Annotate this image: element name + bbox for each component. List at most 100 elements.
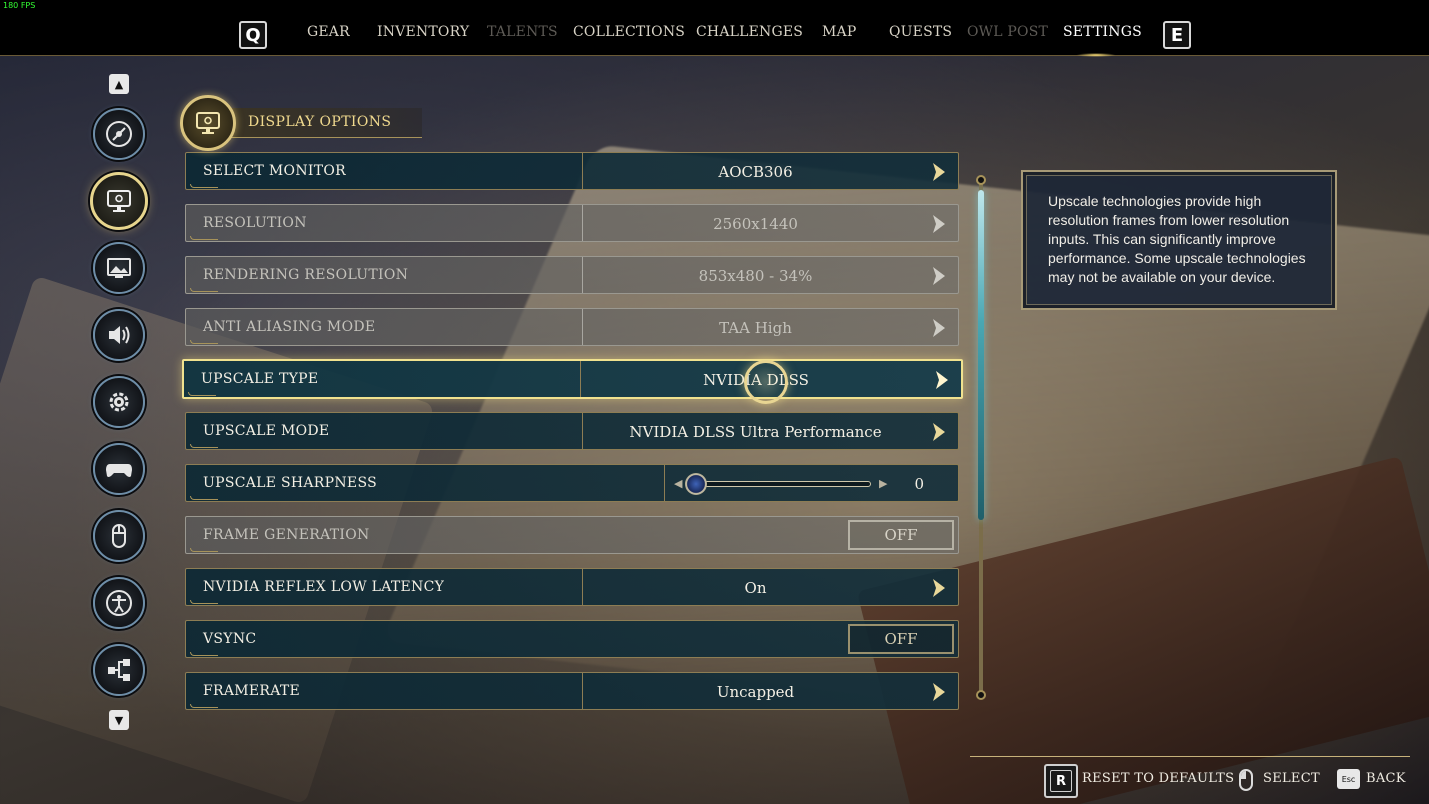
description-text: Upscale technologies provide high resolu… bbox=[1048, 193, 1306, 285]
speaker-icon bbox=[109, 326, 130, 344]
next-tab-key[interactable]: E bbox=[1163, 21, 1191, 49]
setting-row-rendering-resolution: RENDERING RESOLUTION 853x480 - 34% bbox=[185, 256, 959, 294]
slider-value: 0 bbox=[914, 475, 924, 493]
tab-map[interactable]: MAP bbox=[822, 24, 856, 40]
sidebar-item-mouse-keyboard[interactable] bbox=[93, 510, 145, 562]
disc-icon bbox=[106, 121, 132, 147]
sidebar-scroll-down-icon[interactable]: ▼ bbox=[109, 710, 129, 730]
section-medal bbox=[180, 95, 236, 151]
setting-label: UPSCALE MODE bbox=[203, 423, 330, 439]
row-ornament bbox=[190, 236, 218, 240]
setting-label: UPSCALE TYPE bbox=[201, 371, 319, 387]
row-ornament bbox=[190, 548, 218, 552]
chevron-right-icon[interactable] bbox=[930, 161, 948, 183]
tab-gear[interactable]: GEAR bbox=[307, 24, 350, 40]
setting-value: TAA High bbox=[719, 319, 792, 337]
reset-to-defaults-button[interactable]: RESET TO DEFAULTS bbox=[1082, 771, 1234, 786]
setting-value: On bbox=[744, 579, 767, 597]
reset-key-label: R bbox=[1050, 770, 1072, 792]
select-button[interactable]: SELECT bbox=[1263, 771, 1320, 786]
setting-label: VSYNC bbox=[203, 631, 257, 647]
sidebar-scroll-up-icon[interactable]: ▲ bbox=[109, 74, 129, 94]
slider-decrease-icon[interactable]: ◀ bbox=[674, 477, 682, 490]
setting-label: NVIDIA REFLEX LOW LATENCY bbox=[203, 579, 445, 595]
back-button[interactable]: BACK bbox=[1366, 771, 1406, 786]
nav-tabs: GEAR INVENTORY TALENTS COLLECTIONS CHALL… bbox=[0, 24, 1429, 46]
chevron-right-icon[interactable] bbox=[930, 681, 948, 703]
chevron-right-icon[interactable] bbox=[930, 577, 948, 599]
chevron-right-icon[interactable] bbox=[930, 421, 948, 443]
row-ornament bbox=[190, 496, 218, 500]
setting-row-frame-generation: FRAME GENERATION OFF bbox=[185, 516, 959, 554]
setting-row-framerate[interactable]: FRAMERATE Uncapped bbox=[185, 672, 959, 710]
chevron-right-icon[interactable] bbox=[933, 369, 951, 391]
sidebar-item-network[interactable] bbox=[93, 644, 145, 696]
network-icon bbox=[108, 659, 130, 681]
row-ornament bbox=[190, 288, 218, 292]
setting-label: UPSCALE SHARPNESS bbox=[203, 475, 377, 491]
slider-knob[interactable] bbox=[685, 473, 707, 495]
setting-row-upscale-type[interactable]: UPSCALE TYPE NVIDIA DLSS bbox=[182, 359, 963, 399]
setting-label: RESOLUTION bbox=[203, 215, 307, 231]
sharpness-slider[interactable]: ◀ ▶ 0 bbox=[664, 465, 958, 501]
row-ornament bbox=[190, 184, 218, 188]
setting-row-nvidia-reflex[interactable]: NVIDIA REFLEX LOW LATENCY On bbox=[185, 568, 959, 606]
setting-value: 2560x1440 bbox=[713, 215, 798, 233]
setting-label: SELECT MONITOR bbox=[203, 163, 346, 179]
setting-value: AOCB306 bbox=[718, 163, 793, 181]
footer-divider bbox=[970, 756, 1410, 757]
gear-icon bbox=[109, 392, 129, 412]
row-ornament bbox=[190, 704, 218, 708]
accessibility-icon bbox=[106, 590, 132, 616]
scrollbar-cap-top bbox=[976, 175, 986, 185]
setting-value: NVIDIA DLSS Ultra Performance bbox=[629, 423, 882, 441]
scrollbar-thumb[interactable] bbox=[978, 190, 984, 520]
slider-increase-icon[interactable]: ▶ bbox=[879, 477, 887, 490]
setting-row-select-monitor[interactable]: SELECT MONITOR AOCB306 bbox=[185, 152, 959, 190]
sidebar-item-disc[interactable] bbox=[93, 108, 145, 160]
setting-row-anti-aliasing: ANTI ALIASING MODE TAA High bbox=[185, 308, 959, 346]
row-ornament bbox=[190, 444, 218, 448]
tab-settings[interactable]: SETTINGS bbox=[1063, 24, 1142, 40]
chevron-right-icon bbox=[933, 267, 945, 285]
description-panel: Upscale technologies provide high resolu… bbox=[1021, 170, 1337, 310]
tab-talents: TALENTS bbox=[487, 24, 558, 40]
sidebar-item-accessibility[interactable] bbox=[93, 577, 145, 629]
setting-row-resolution: RESOLUTION 2560x1440 bbox=[185, 204, 959, 242]
tab-inventory[interactable]: INVENTORY bbox=[377, 24, 469, 40]
monitor-settings-icon bbox=[107, 190, 131, 212]
toggle-button[interactable]: OFF bbox=[848, 624, 954, 654]
scrollbar-cap-bottom bbox=[976, 690, 986, 700]
reset-key-icon[interactable]: R bbox=[1044, 764, 1078, 798]
sidebar-item-audio[interactable] bbox=[93, 309, 145, 361]
sidebar-item-display[interactable] bbox=[90, 172, 148, 230]
slider-track[interactable] bbox=[695, 481, 871, 487]
setting-value: Uncapped bbox=[716, 683, 795, 701]
fps-counter: 180 FPS bbox=[3, 1, 36, 10]
setting-label: ANTI ALIASING MODE bbox=[203, 319, 376, 335]
sidebar-item-controller[interactable] bbox=[93, 443, 145, 495]
chevron-right-icon bbox=[933, 319, 945, 337]
tab-owl-post: OWL POST bbox=[967, 24, 1049, 40]
tab-collections[interactable]: COLLECTIONS bbox=[573, 24, 685, 40]
row-ornament bbox=[190, 652, 218, 656]
mouse-icon bbox=[1239, 769, 1253, 791]
setting-row-vsync[interactable]: VSYNC OFF bbox=[185, 620, 959, 658]
esc-key-icon[interactable]: Esc bbox=[1337, 769, 1360, 789]
setting-row-upscale-sharpness[interactable]: UPSCALE SHARPNESS ◀ ▶ 0 bbox=[185, 464, 959, 502]
setting-label: RENDERING RESOLUTION bbox=[203, 267, 409, 283]
tab-quests[interactable]: QUESTS bbox=[889, 24, 952, 40]
gamepad-icon bbox=[106, 464, 132, 477]
sidebar-item-graphics[interactable] bbox=[93, 242, 145, 294]
active-tab-indicator bbox=[1076, 53, 1116, 57]
mouse-icon bbox=[112, 524, 126, 548]
setting-label: FRAMERATE bbox=[203, 683, 301, 699]
top-nav-bar: Q GEAR INVENTORY TALENTS COLLECTIONS CHA… bbox=[0, 0, 1429, 57]
tab-challenges[interactable]: CHALLENGES bbox=[696, 24, 803, 40]
setting-row-upscale-mode[interactable]: UPSCALE MODE NVIDIA DLSS Ultra Performan… bbox=[185, 412, 959, 450]
row-ornament bbox=[190, 600, 218, 604]
row-ornament bbox=[190, 340, 218, 344]
cursor-ring bbox=[744, 360, 788, 404]
picture-icon bbox=[107, 258, 131, 278]
sidebar-item-gameplay[interactable] bbox=[93, 376, 145, 428]
